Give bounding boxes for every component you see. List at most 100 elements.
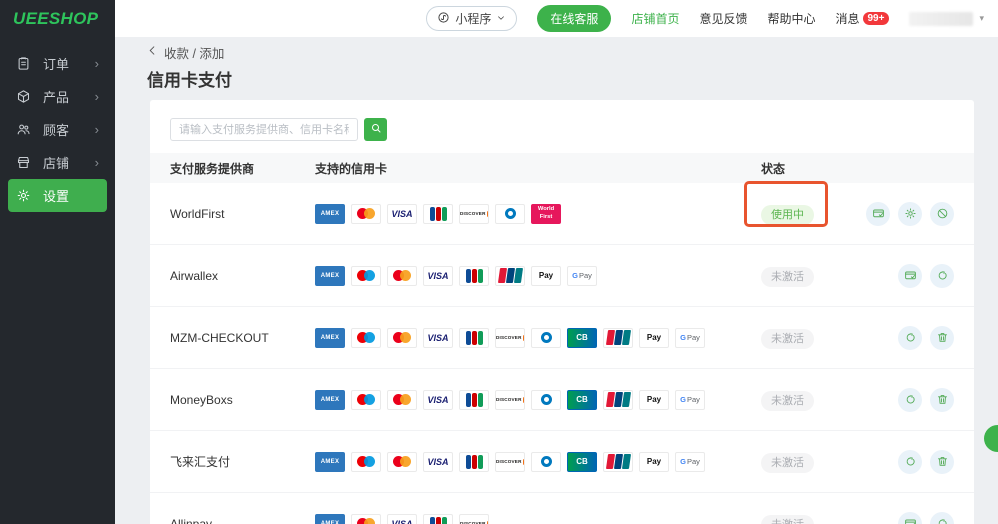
online-service-button[interactable]: 在线客服 xyxy=(537,5,611,32)
search-button[interactable] xyxy=(364,118,387,141)
help-center-link[interactable]: 帮助中心 xyxy=(767,10,815,27)
card-unionpay-icon xyxy=(603,452,633,472)
card-unionpay-icon xyxy=(603,328,633,348)
status-badge: 未激活 xyxy=(761,391,814,411)
card-unionpay-icon xyxy=(603,390,633,410)
mini-program-label: 小程序 xyxy=(455,10,491,27)
card-mastercard-icon xyxy=(387,390,417,410)
status-badge: 使用中 xyxy=(761,205,814,225)
supported-cards: AMEXVISADISCOVERCBPayGPay xyxy=(315,328,761,348)
payments-card: 支付服务提供商 支持的信用卡 状态 WorldFirstAMEXVISADISC… xyxy=(150,100,974,524)
breadcrumb-path[interactable]: 收款 / 添加 xyxy=(164,43,224,62)
row-actions xyxy=(864,450,954,474)
card-maestro-icon xyxy=(351,390,381,410)
card-amex-icon: AMEX xyxy=(315,452,345,472)
card-discover-icon: DISCOVER xyxy=(495,328,525,348)
sidebar-item-label: 顾客 xyxy=(43,120,69,139)
back-icon[interactable] xyxy=(147,45,158,59)
card-edit-button[interactable] xyxy=(898,512,922,524)
sidebar-item-3[interactable]: 店铺› xyxy=(8,146,107,179)
sidebar-item-0[interactable]: 订单 › xyxy=(8,47,107,80)
row-actions xyxy=(864,202,954,226)
activate-button[interactable] xyxy=(898,326,922,350)
card-amex-icon: AMEX xyxy=(315,328,345,348)
table-row: MoneyBoxsAMEXVISADISCOVERCBPayGPay未激活 xyxy=(150,369,974,431)
chevron-right-icon: › xyxy=(95,56,99,71)
card-discover-icon: DISCOVER xyxy=(495,390,525,410)
store-icon xyxy=(16,155,31,170)
provider-name: MoneyBoxs xyxy=(170,393,315,407)
table-row: MZM-CHECKOUTAMEXVISADISCOVERCBPayGPay未激活 xyxy=(150,307,974,369)
brand-logo: UEESHOP xyxy=(0,0,115,37)
sidebar-item-label: 设置 xyxy=(43,186,69,205)
provider-name: Allinpay xyxy=(170,517,315,524)
settings-icon xyxy=(16,188,31,203)
card-cb-icon: CB xyxy=(567,328,597,348)
activate-button[interactable] xyxy=(898,450,922,474)
activate-button[interactable] xyxy=(930,512,954,524)
header-provider: 支付服务提供商 xyxy=(170,160,315,177)
header-supported-cards: 支持的信用卡 xyxy=(315,160,761,177)
mini-program-button[interactable]: 小程序 xyxy=(426,6,517,31)
sidebar-item-2[interactable]: 顾客› xyxy=(8,113,107,146)
provider-name: WorldFirst xyxy=(170,207,315,221)
mini-program-icon xyxy=(437,11,450,27)
card-discover-icon: DISCOVER xyxy=(459,514,489,524)
search-icon xyxy=(370,121,382,139)
sidebar-item-1[interactable]: 产品› xyxy=(8,80,107,113)
delete-button[interactable] xyxy=(930,450,954,474)
store-home-link[interactable]: 店铺首页 xyxy=(631,10,679,27)
activate-button[interactable] xyxy=(930,264,954,288)
row-actions xyxy=(864,388,954,412)
card-discover-icon: DISCOVER xyxy=(495,452,525,472)
card-maestro-icon xyxy=(351,266,381,286)
provider-name: Airwallex xyxy=(170,269,315,283)
provider-name: 飞来汇支付 xyxy=(170,453,315,470)
chevron-right-icon: › xyxy=(95,155,99,170)
sidebar-item-label: 订单 xyxy=(43,54,69,73)
disable-button[interactable] xyxy=(930,202,954,226)
messages-count-badge: 99+ xyxy=(863,12,890,25)
card-visa-icon: VISA xyxy=(423,390,453,410)
card-amex-icon: AMEX xyxy=(315,266,345,286)
settings-button[interactable] xyxy=(898,202,922,226)
status-badge: 未激活 xyxy=(761,329,814,349)
table-row: 飞来汇支付AMEXVISADISCOVERCBPayGPay未激活 xyxy=(150,431,974,493)
row-actions xyxy=(864,512,954,524)
card-gpay-icon: GPay xyxy=(675,390,705,410)
card-visa-icon: VISA xyxy=(423,266,453,286)
header-status: 状态 xyxy=(761,160,864,177)
status-badge: 未激活 xyxy=(761,453,814,473)
table-row: WorldFirstAMEXVISADISCOVERWorld First使用中 xyxy=(150,183,974,245)
delete-button[interactable] xyxy=(930,326,954,350)
feedback-link[interactable]: 意见反馈 xyxy=(699,10,747,27)
sidebar: UEESHOP 订单›产品›顾客›店铺›设置 xyxy=(0,0,115,524)
search-input[interactable] xyxy=(170,118,358,141)
card-edit-button[interactable] xyxy=(898,264,922,288)
supported-cards: AMEX VISA DISCOVER xyxy=(315,514,761,524)
delete-button[interactable] xyxy=(930,388,954,412)
card-applepay-icon: Pay xyxy=(639,390,669,410)
sidebar-item-label: 产品 xyxy=(43,87,69,106)
card-jcb-icon xyxy=(459,452,489,472)
card-edit-button[interactable] xyxy=(866,202,890,226)
card-amex-icon: AMEX xyxy=(315,390,345,410)
card-diners-icon xyxy=(531,390,561,410)
messages-label: 消息 xyxy=(835,10,859,27)
card-applepay-icon: Pay xyxy=(531,266,561,286)
caret-down-icon: ▾ xyxy=(979,13,984,24)
messages-link[interactable]: 消息 99+ xyxy=(835,10,889,27)
card-amex-icon: AMEX xyxy=(315,514,345,524)
sidebar-item-4[interactable]: 设置 xyxy=(8,179,107,212)
user-menu[interactable]: ▾ xyxy=(909,12,984,26)
card-diners-icon xyxy=(495,204,525,224)
card-maestro-icon xyxy=(351,452,381,472)
card-diners-icon xyxy=(531,452,561,472)
card-mastercard-icon xyxy=(387,452,417,472)
card-amex-icon: AMEX xyxy=(315,204,345,224)
card-visa-icon: VISA xyxy=(387,514,417,524)
card-visa-icon: VISA xyxy=(423,452,453,472)
provider-name: MZM-CHECKOUT xyxy=(170,331,315,345)
product-icon xyxy=(16,89,31,104)
activate-button[interactable] xyxy=(898,388,922,412)
